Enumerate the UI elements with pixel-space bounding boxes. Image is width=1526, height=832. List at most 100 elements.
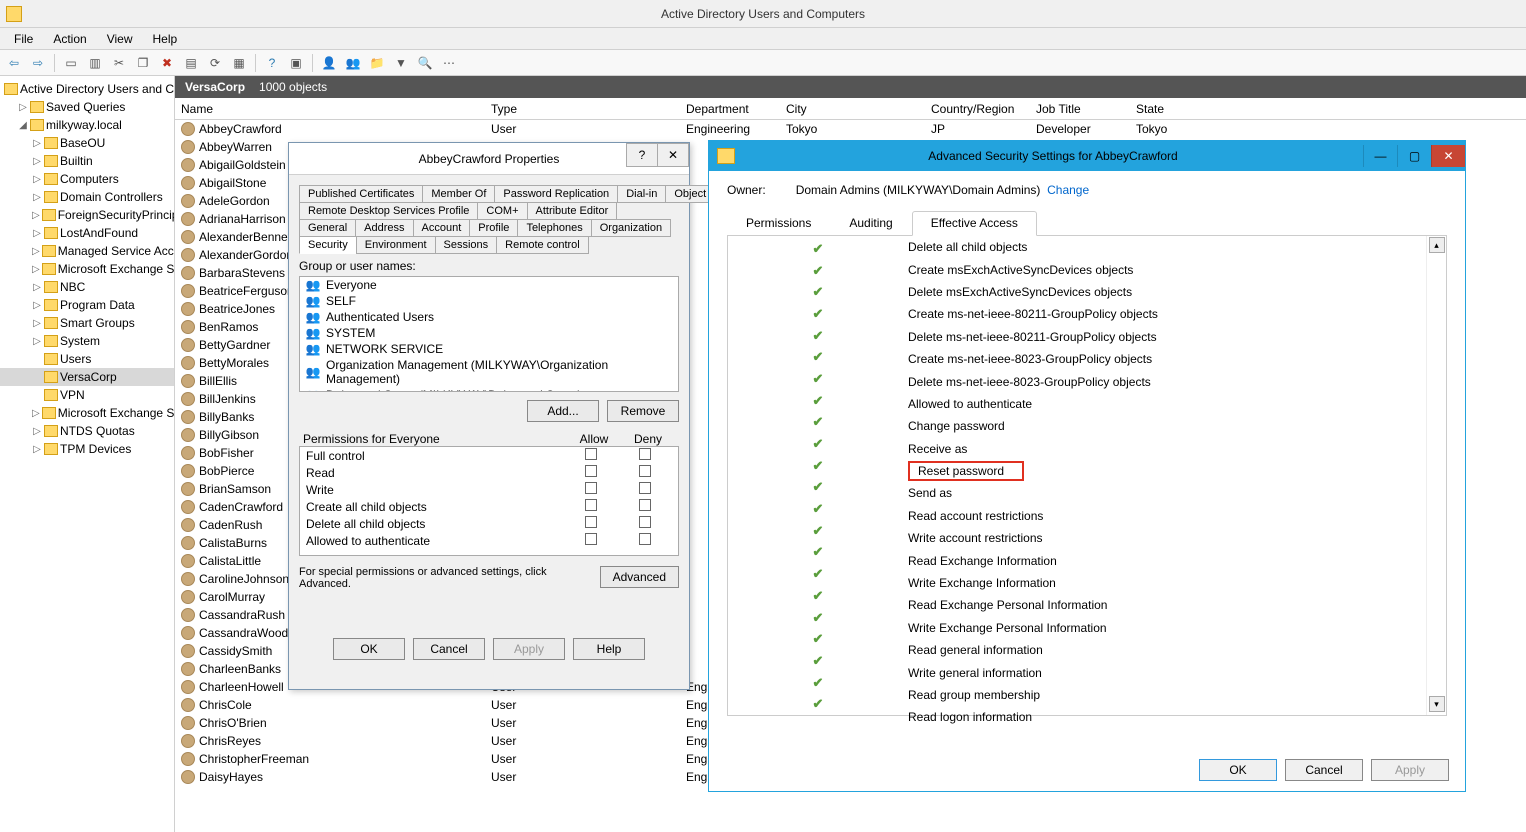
group-item[interactable]: 👥NETWORK SERVICE bbox=[300, 341, 678, 357]
tab[interactable]: Organization bbox=[591, 219, 671, 237]
expand-icon[interactable]: ▷ bbox=[32, 174, 42, 185]
tree-node[interactable]: ▷Domain Controllers bbox=[0, 188, 174, 206]
tab[interactable]: Dial-in bbox=[617, 185, 666, 203]
more-icon[interactable]: ⋯ bbox=[439, 53, 459, 73]
tree-node[interactable]: ▷BaseOU bbox=[0, 134, 174, 152]
tab[interactable]: Environment bbox=[356, 236, 436, 254]
expand-icon[interactable]: ▷ bbox=[32, 228, 42, 239]
group-item[interactable]: 👥SELF bbox=[300, 293, 678, 309]
find-icon[interactable]: 🔍 bbox=[415, 53, 435, 73]
funnel-icon[interactable]: ▼ bbox=[391, 53, 411, 73]
close-button[interactable]: ✕ bbox=[1431, 145, 1465, 167]
forward-icon[interactable]: ⇨ bbox=[28, 53, 48, 73]
tree-node[interactable]: ▷Builtin bbox=[0, 152, 174, 170]
menu-help[interactable]: Help bbox=[145, 30, 186, 48]
ok-button[interactable]: OK bbox=[1199, 759, 1277, 781]
expand-icon[interactable]: ▷ bbox=[32, 138, 42, 149]
minimize-button[interactable]: — bbox=[1363, 145, 1397, 167]
tab[interactable]: Attribute Editor bbox=[527, 202, 618, 220]
deny-checkbox[interactable] bbox=[639, 533, 651, 545]
tab[interactable]: General bbox=[299, 219, 356, 237]
tab[interactable]: Profile bbox=[469, 219, 518, 237]
allow-checkbox[interactable] bbox=[585, 499, 597, 511]
deny-checkbox[interactable] bbox=[639, 499, 651, 511]
tab[interactable]: Remote Desktop Services Profile bbox=[299, 202, 478, 220]
tab[interactable]: Password Replication bbox=[494, 185, 618, 203]
expand-icon[interactable]: ▷ bbox=[32, 444, 42, 455]
export-icon[interactable]: ▦ bbox=[229, 53, 249, 73]
expand-icon[interactable]: ▷ bbox=[32, 156, 42, 167]
col-country[interactable]: Country/Region bbox=[925, 102, 1030, 116]
cut-icon[interactable]: ✂ bbox=[109, 53, 129, 73]
list-row[interactable]: AbbeyCrawford User Engineering Tokyo JP … bbox=[175, 120, 1526, 138]
back-icon[interactable]: ⇦ bbox=[4, 53, 24, 73]
group-item[interactable]: 👥Delegated Setup (MILKYWAY\Delegated Set… bbox=[300, 387, 678, 392]
allow-checkbox[interactable] bbox=[585, 448, 597, 460]
tab-auditing[interactable]: Auditing bbox=[830, 211, 911, 235]
group-item[interactable]: 👥Authenticated Users bbox=[300, 309, 678, 325]
expand-icon[interactable]: ▷ bbox=[32, 300, 42, 311]
expand-icon[interactable]: ▷ bbox=[32, 210, 40, 221]
scroll-up-icon[interactable]: ▴ bbox=[1429, 237, 1445, 253]
tab[interactable]: Address bbox=[355, 219, 413, 237]
maximize-button[interactable]: ▢ bbox=[1397, 145, 1431, 167]
expand-icon[interactable]: ▷ bbox=[32, 336, 42, 347]
cancel-button[interactable]: Cancel bbox=[1285, 759, 1363, 781]
col-state[interactable]: State bbox=[1130, 102, 1230, 116]
tree-root[interactable]: Active Directory Users and Computers bbox=[0, 80, 174, 98]
help-button[interactable]: ? bbox=[626, 143, 658, 167]
permissions-list[interactable]: Full controlReadWriteCreate all child ob… bbox=[299, 446, 679, 556]
tab[interactable]: Remote control bbox=[496, 236, 589, 254]
tree-node[interactable]: ▷Smart Groups bbox=[0, 314, 174, 332]
expand-icon[interactable]: ▷ bbox=[32, 282, 42, 293]
help-button[interactable]: Help bbox=[573, 638, 645, 660]
scroll-down-icon[interactable]: ▾ bbox=[1429, 696, 1445, 712]
tree-node[interactable]: Users bbox=[0, 350, 174, 368]
tab[interactable]: Telephones bbox=[517, 219, 591, 237]
tree-node[interactable]: ▷LostAndFound bbox=[0, 224, 174, 242]
close-button[interactable]: ✕ bbox=[657, 143, 689, 167]
group-list[interactable]: 👥Everyone👥SELF👥Authenticated Users👥SYSTE… bbox=[299, 276, 679, 392]
expand-icon[interactable]: ▷ bbox=[18, 102, 28, 113]
col-name[interactable]: Name bbox=[175, 102, 485, 116]
deny-checkbox[interactable] bbox=[639, 482, 651, 494]
tree-node[interactable]: ▷ForeignSecurityPrincipals bbox=[0, 206, 174, 224]
tree-node[interactable]: ▷Program Data bbox=[0, 296, 174, 314]
tab[interactable]: Published Certificates bbox=[299, 185, 423, 203]
tree-node[interactable]: VPN bbox=[0, 386, 174, 404]
tree-node[interactable]: ▷Microsoft Exchange System Objects bbox=[0, 404, 174, 422]
tab[interactable]: COM+ bbox=[477, 202, 527, 220]
scrollbar[interactable]: ▴ ▾ bbox=[1426, 236, 1446, 715]
refresh-icon[interactable]: ⟳ bbox=[205, 53, 225, 73]
expand-icon[interactable]: ▷ bbox=[32, 408, 40, 419]
copy-icon[interactable]: ❐ bbox=[133, 53, 153, 73]
advanced-button[interactable]: Advanced bbox=[600, 566, 679, 588]
tab[interactable]: Security bbox=[299, 236, 357, 254]
tree-domain[interactable]: ◢milkyway.local bbox=[0, 116, 174, 134]
col-jobtitle[interactable]: Job Title bbox=[1030, 102, 1130, 116]
add-button[interactable]: Add... bbox=[527, 400, 599, 422]
expand-icon[interactable]: ▷ bbox=[32, 264, 40, 275]
tab-effective-access[interactable]: Effective Access bbox=[912, 211, 1037, 236]
allow-checkbox[interactable] bbox=[585, 516, 597, 528]
menu-file[interactable]: File bbox=[6, 30, 41, 48]
expand-icon[interactable]: ▷ bbox=[32, 192, 42, 203]
tree-node[interactable]: ▷System bbox=[0, 332, 174, 350]
tab[interactable]: Account bbox=[413, 219, 471, 237]
tree-node[interactable]: ▷NTDS Quotas bbox=[0, 422, 174, 440]
group-icon[interactable]: 👥 bbox=[343, 53, 363, 73]
tab[interactable]: Sessions bbox=[435, 236, 498, 254]
tree-node[interactable]: ▷NBC bbox=[0, 278, 174, 296]
col-city[interactable]: City bbox=[780, 102, 925, 116]
ok-button[interactable]: OK bbox=[333, 638, 405, 660]
show-icon[interactable]: ▥ bbox=[85, 53, 105, 73]
ou-icon[interactable]: 📁 bbox=[367, 53, 387, 73]
help-icon[interactable]: ? bbox=[262, 53, 282, 73]
cancel-button[interactable]: Cancel bbox=[413, 638, 485, 660]
expand-icon[interactable]: ▷ bbox=[32, 318, 42, 329]
collapse-icon[interactable]: ◢ bbox=[18, 120, 28, 131]
tab-permissions[interactable]: Permissions bbox=[727, 211, 830, 235]
apply-button[interactable]: Apply bbox=[493, 638, 565, 660]
allow-checkbox[interactable] bbox=[585, 482, 597, 494]
tree-node[interactable]: ▷Microsoft Exchange Security Groups bbox=[0, 260, 174, 278]
